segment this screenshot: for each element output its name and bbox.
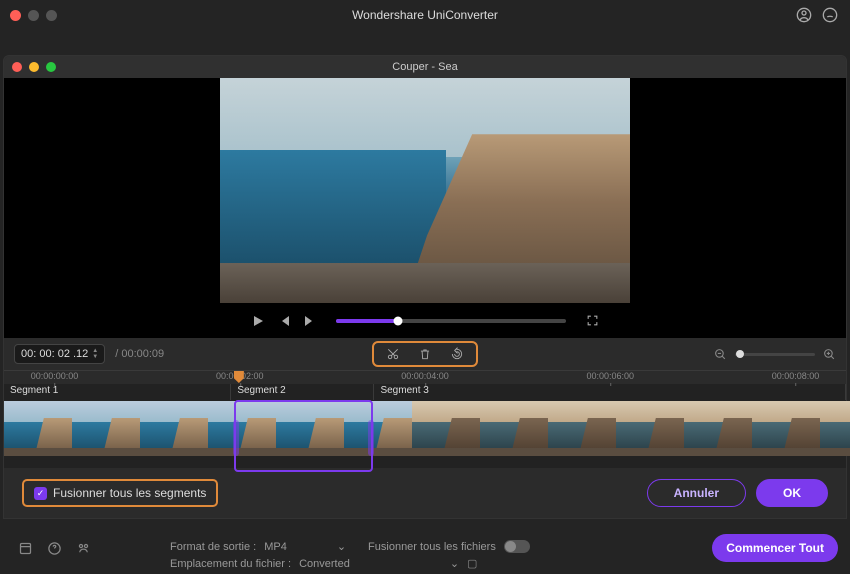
segment-labels: Segment 1 Segment 2 Segment 3 (4, 384, 846, 400)
merge-all-label: Fusionner tous les fichiers (368, 541, 496, 553)
undo-icon[interactable] (450, 347, 464, 361)
editor-title: Couper - Sea (392, 61, 457, 73)
zoom-out-icon[interactable] (714, 348, 727, 361)
share-icon[interactable] (76, 541, 91, 556)
maximize-icon[interactable] (46, 62, 56, 72)
ruler-tick: 00:00:04:00 (401, 371, 449, 381)
minimize-icon[interactable] (29, 62, 39, 72)
editor-traffic-lights[interactable] (12, 62, 56, 72)
account-icon[interactable] (796, 7, 812, 23)
merge-label: Fusionner tous les segments (53, 486, 206, 500)
library-icon[interactable] (18, 541, 33, 556)
cancel-button[interactable]: Annuler (647, 479, 746, 507)
next-frame-button[interactable] (304, 315, 316, 327)
timeline-thumbnails[interactable] (4, 400, 846, 468)
prev-frame-button[interactable] (278, 315, 290, 327)
zoom-in-icon[interactable] (823, 348, 836, 361)
total-duration: / 00:00:09 (115, 348, 164, 360)
folder-icon[interactable]: ▢ (467, 557, 477, 570)
ruler-tick: 00:00:08:00 (772, 371, 820, 381)
main-traffic-lights[interactable] (10, 10, 57, 21)
playhead[interactable] (234, 371, 244, 383)
ruler-tick: 00:00:00:00 (31, 371, 79, 381)
maximize-icon[interactable] (46, 10, 57, 21)
segment-label[interactable]: Segment 2 (231, 384, 374, 400)
zoom-slider[interactable] (735, 353, 815, 356)
delete-icon[interactable] (418, 347, 432, 361)
merge-checkbox[interactable]: ✓ (34, 487, 47, 500)
close-icon[interactable] (12, 62, 22, 72)
app-title: Wondershare UniConverter (352, 8, 498, 22)
video-preview (4, 78, 846, 303)
close-icon[interactable] (10, 10, 21, 21)
ruler-tick: 00:00:06:00 (586, 371, 634, 381)
cut-icon[interactable] (386, 347, 400, 361)
start-all-button[interactable]: Commencer Tout (712, 534, 838, 562)
edit-tools-highlight (372, 341, 478, 367)
timecode-input[interactable]: 00: 00: 02 .12 ▲▼ (14, 344, 105, 364)
location-label: Emplacement du fichier : (170, 558, 291, 570)
segment-label[interactable]: Segment 3 (374, 384, 846, 400)
format-select[interactable]: MP4⌄ (264, 540, 346, 553)
feedback-icon[interactable] (822, 7, 838, 23)
segment-label[interactable]: Segment 1 (4, 384, 231, 400)
merge-segments-highlight: ✓ Fusionner tous les segments (22, 479, 218, 507)
help-icon[interactable] (47, 541, 62, 556)
format-label: Format de sortie : (170, 541, 256, 553)
seek-slider[interactable] (336, 319, 566, 323)
minimize-icon[interactable] (28, 10, 39, 21)
main-titlebar: Wondershare UniConverter (0, 0, 850, 30)
timeline-ruler[interactable]: 00:00:00:00 00:00:02:00 00:00:04:00 00:0… (4, 370, 846, 384)
merge-all-toggle[interactable] (504, 540, 530, 553)
ok-button[interactable]: OK (756, 479, 828, 507)
trim-editor-window: Couper - Sea 00: 00: 02 .12 ▲▼ / 00:00:0… (3, 55, 847, 519)
fullscreen-icon[interactable] (586, 314, 599, 327)
location-select[interactable]: Converted⌄ (299, 557, 459, 570)
play-button[interactable] (252, 315, 264, 327)
